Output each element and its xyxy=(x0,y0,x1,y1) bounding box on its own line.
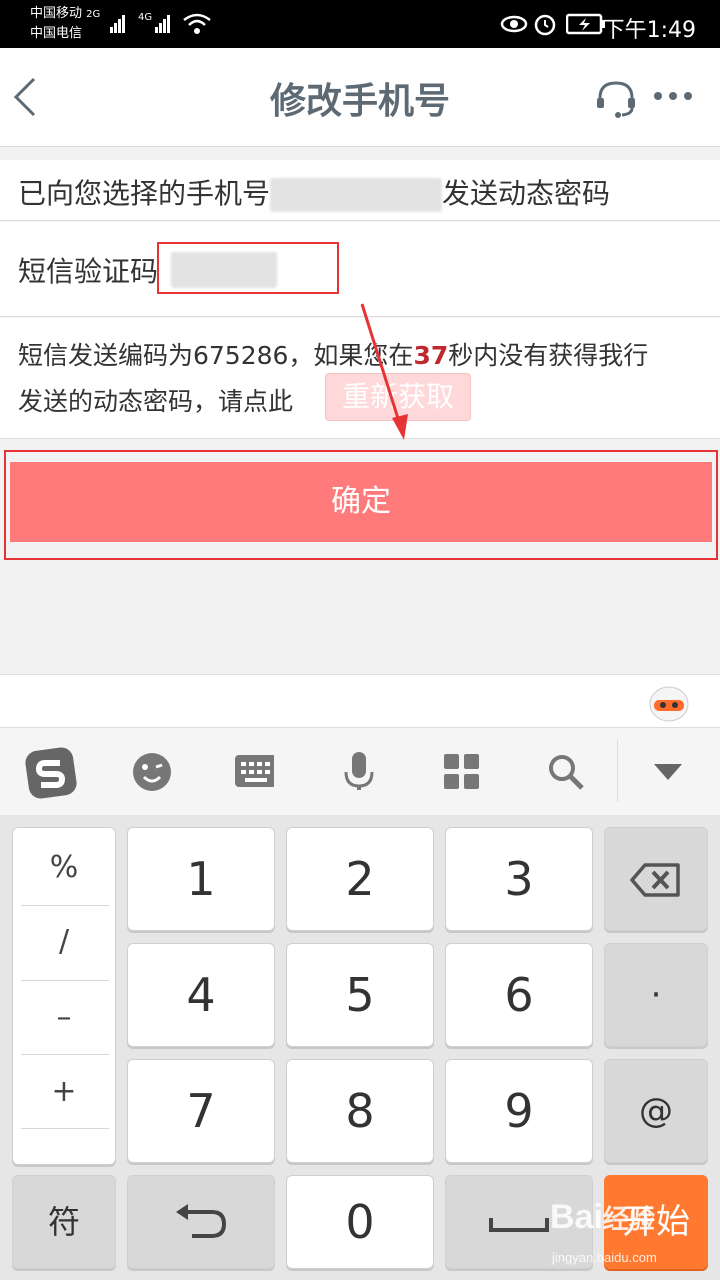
ime-candidate-bar xyxy=(0,674,720,727)
wifi-icon xyxy=(183,13,211,34)
sms-code-label: 短信验证码 xyxy=(18,255,159,288)
status-bar: 中国移动 2G 中国电信 4G 下午1:49 xyxy=(0,0,720,48)
key-2[interactable]: 2 xyxy=(286,827,434,931)
toolbar-divider xyxy=(617,740,618,802)
key-5[interactable]: 5 xyxy=(286,943,434,1047)
signal-icon-2 xyxy=(155,14,171,33)
more-icon[interactable] xyxy=(652,90,694,102)
key-8[interactable]: 8 xyxy=(286,1059,434,1163)
symbol-column: % / – + xyxy=(12,827,116,1165)
sogou-logo-icon[interactable] xyxy=(24,746,78,800)
carrier-2-name: 中国电信 xyxy=(30,26,83,41)
symbol-key-percent[interactable]: % xyxy=(13,850,115,885)
key-4[interactable]: 4 xyxy=(127,943,275,1047)
at-key[interactable]: @ xyxy=(604,1059,708,1163)
carrier-line-1: 中国移动 2G xyxy=(30,6,100,23)
eye-icon xyxy=(500,15,528,33)
key-6[interactable]: 6 xyxy=(445,943,593,1047)
info-line-2: 发送的动态密码，请点此 xyxy=(18,382,293,418)
microphone-icon[interactable] xyxy=(342,750,382,790)
confirm-button[interactable]: 确定 xyxy=(10,462,712,542)
symbol-separator xyxy=(21,1054,109,1055)
search-icon[interactable] xyxy=(546,752,586,792)
ime-mascot-icon[interactable] xyxy=(648,683,690,723)
apps-grid-icon[interactable] xyxy=(442,752,482,792)
symbols-key[interactable]: 符 xyxy=(12,1175,116,1269)
key-3[interactable]: 3 xyxy=(445,827,593,931)
battery-icon xyxy=(566,13,605,35)
carrier-1-net: 2G xyxy=(86,9,101,20)
return-arrow-icon xyxy=(176,1204,227,1238)
info-text-3: 发送的动态密码，请点此 xyxy=(18,387,294,416)
carrier-1-name: 中国移动 xyxy=(30,6,83,21)
alarm-icon xyxy=(534,14,556,36)
watermark-brand-2: 经验 xyxy=(602,1204,655,1234)
key-0[interactable]: 0 xyxy=(286,1175,434,1269)
key-9[interactable]: 9 xyxy=(445,1059,593,1163)
space-icon xyxy=(489,1218,549,1232)
signal-icon xyxy=(110,14,126,33)
customer-service-icon[interactable] xyxy=(594,78,638,120)
symbol-separator xyxy=(21,905,109,906)
send-notice-prefix: 已向您选择的手机号 xyxy=(18,177,271,210)
sms-code-field[interactable] xyxy=(157,242,339,294)
symbol-key-slash[interactable]: / xyxy=(13,924,115,959)
key-7[interactable]: 7 xyxy=(127,1059,275,1163)
annotation-arrow xyxy=(360,303,408,440)
symbol-key-plus[interactable]: + xyxy=(13,1074,115,1109)
nav-bar: 修改手机号 xyxy=(0,48,720,147)
send-notice: 已向您选择的手机号 发送动态密码 xyxy=(18,172,610,212)
symbol-key-minus[interactable]: – xyxy=(13,1000,115,1035)
baidu-watermark: Bai经验 xyxy=(550,1198,655,1237)
ime-toolbar xyxy=(0,727,720,816)
send-notice-suffix: 发送动态密码 xyxy=(442,177,611,210)
carrier-line-2: 中国电信 xyxy=(30,26,82,42)
return-key[interactable] xyxy=(127,1175,275,1269)
backspace-icon xyxy=(630,863,680,897)
masked-phone-number xyxy=(270,178,443,212)
collapse-keyboard-icon[interactable] xyxy=(652,762,684,782)
dot-key[interactable]: · xyxy=(604,943,708,1047)
keyboard-icon[interactable] xyxy=(234,754,274,794)
watermark-brand: Bai xyxy=(550,1198,603,1236)
backspace-key[interactable] xyxy=(604,827,708,931)
emoji-icon[interactable] xyxy=(132,752,172,792)
key-1[interactable]: 1 xyxy=(127,827,275,931)
symbol-separator xyxy=(21,1128,109,1129)
send-notice-row: 已向您选择的手机号 发送动态密码 xyxy=(0,160,720,221)
clock: 下午1:49 xyxy=(602,18,696,43)
carrier-2-net: 4G xyxy=(138,12,153,23)
sms-code-input[interactable] xyxy=(171,252,277,288)
watermark-url: jingyan.baidu.com xyxy=(552,1250,657,1265)
symbol-separator xyxy=(21,980,109,981)
info-text-2: 秒内没有获得我行 xyxy=(448,341,649,370)
info-line-1: 短信发送编码为675286，如果您在37秒内没有获得我行 xyxy=(18,336,648,372)
